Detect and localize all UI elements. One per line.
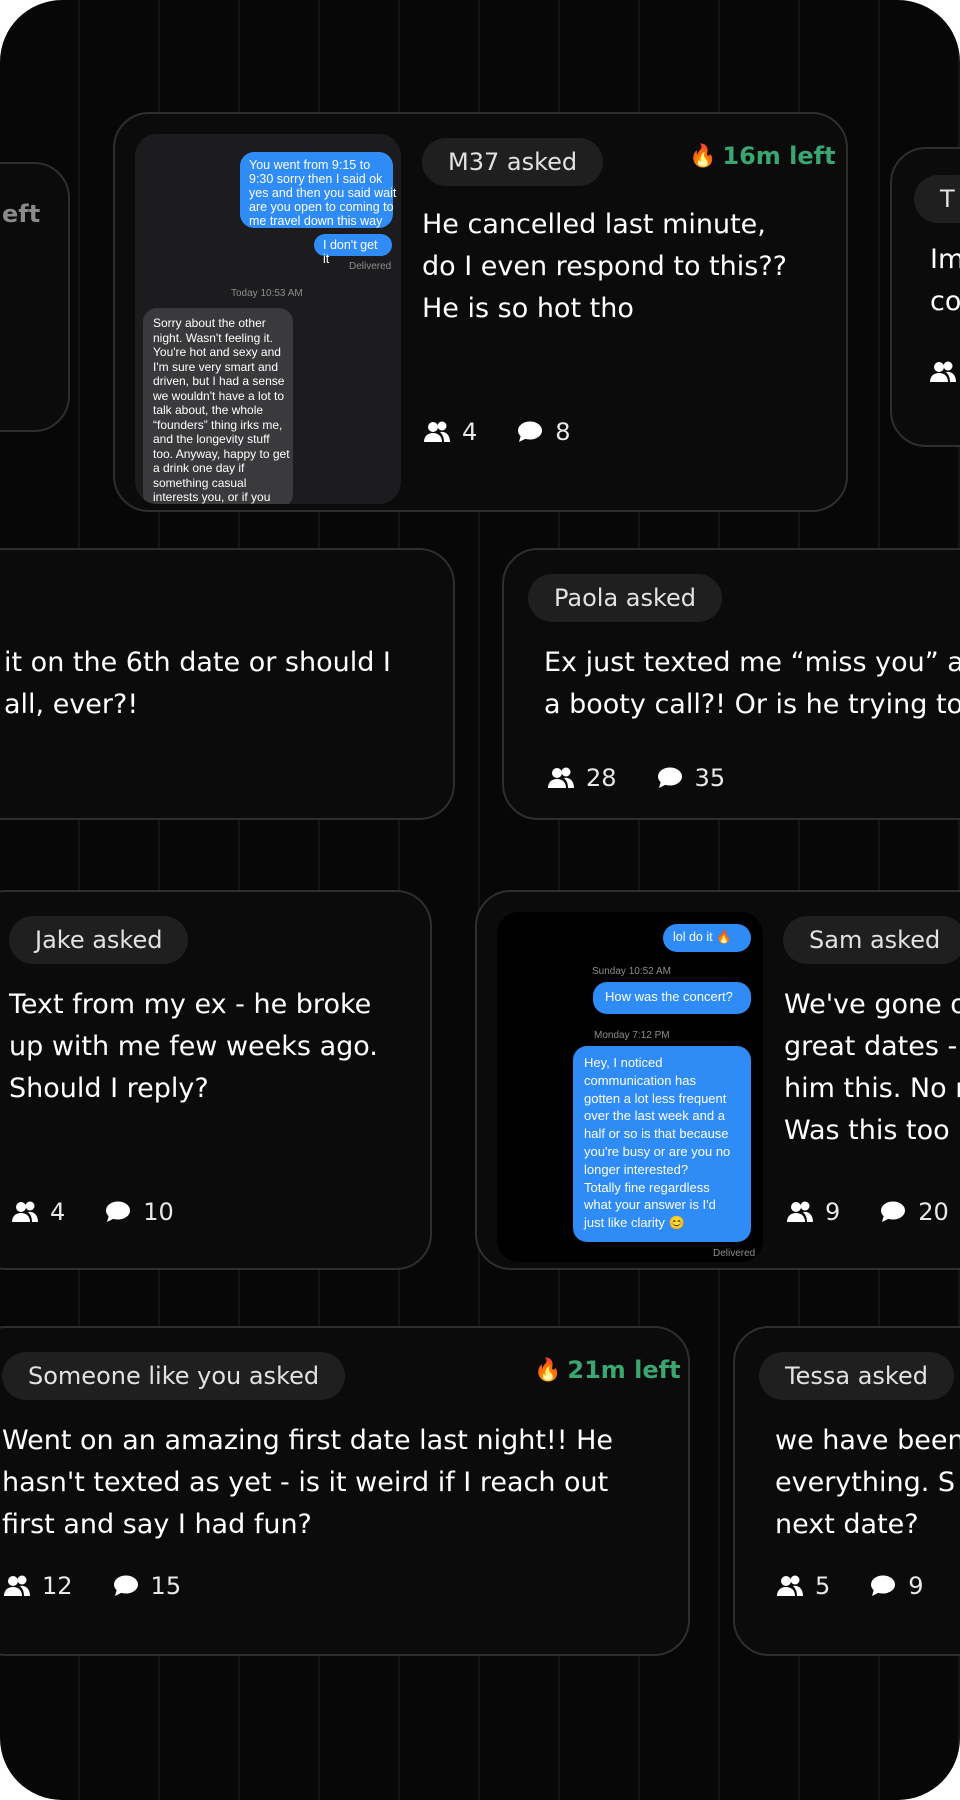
message-timestamp: Today 10:53 AM	[231, 288, 303, 299]
asker-chip[interactable]: Sam asked	[783, 916, 960, 964]
time-left-badge: 🔥 16m left	[689, 142, 836, 170]
card-stats-partial	[930, 361, 956, 383]
message-timestamp: Sunday 10:52 AM	[592, 966, 671, 977]
question-card-left-row2[interactable]: it on the 6th date or should I all, ever…	[0, 548, 455, 820]
asker-chip[interactable]: Jake asked	[9, 916, 189, 964]
asker-chip-partial[interactable]: T	[914, 175, 960, 223]
comments-count: 20	[880, 1198, 949, 1226]
chat-bubble-icon	[657, 767, 682, 788]
card-stats: 12 15	[4, 1572, 221, 1600]
time-left-badge: 🔥 21m left	[534, 1356, 681, 1384]
asker-chip[interactable]: Tessa asked	[759, 1352, 954, 1400]
question-card-right-partial[interactable]: T Im co	[890, 147, 960, 447]
delivered-status: Delivered	[713, 1248, 756, 1259]
participants-count: 5	[777, 1572, 830, 1600]
chat-bubble-icon	[113, 1575, 138, 1596]
sent-reply-bubble: I don't get it	[314, 234, 392, 266]
card-stats: 9 20	[787, 1198, 960, 1226]
delivered-status: Delivered	[349, 261, 392, 272]
fire-icon: 🔥	[689, 143, 717, 169]
question-card-jake[interactable]: Jake asked Text from my ex - he broke up…	[0, 890, 432, 1270]
participants-count: 12	[4, 1572, 73, 1600]
sent-message-bubble: You went from 9:15 to 9:30 sorry then I …	[240, 152, 396, 228]
question-card-paola[interactable]: Paola asked Ex just texted me “miss you”…	[502, 548, 960, 820]
fire-icon: 🔥	[534, 1357, 562, 1383]
comments-count: 10	[105, 1198, 174, 1226]
message-timestamp: Monday 7:12 PM	[594, 1030, 670, 1041]
question-text: it on the 6th date or should I all, ever…	[4, 647, 391, 720]
comments-count: 15	[113, 1572, 181, 1600]
asker-chip[interactable]: M37 asked	[422, 138, 604, 186]
question-card-someone-like-you[interactable]: Someone like you asked 🔥 21m left Went on…	[0, 1326, 690, 1656]
sent-reply-bubble: lol do it 🔥	[663, 924, 751, 952]
people-icon	[930, 361, 956, 382]
question-text: He cancelled last minute, do I even resp…	[422, 209, 787, 324]
question-text: Went on an amazing first date last night…	[2, 1425, 614, 1540]
people-icon	[4, 1575, 30, 1596]
received-message-bubble: Sorry about the other night. Wasn't feel…	[143, 308, 293, 504]
people-icon	[12, 1201, 38, 1222]
chat-bubble-icon	[106, 1201, 131, 1222]
people-icon	[787, 1201, 813, 1222]
screenshot-thumbnail[interactable]: lol do it 🔥 Sunday 10:52 AM How was the …	[497, 912, 763, 1262]
question-card-left-partial[interactable]: eft	[0, 162, 70, 432]
card-stats: 4 10	[12, 1198, 214, 1226]
sent-message-bubble: How was the concert?	[593, 982, 751, 1014]
question-card-tessa[interactable]: Tessa asked we have been everything. S n…	[733, 1326, 960, 1656]
chat-bubble-icon	[881, 1201, 906, 1222]
participants-count: 4	[12, 1198, 65, 1226]
comments-count: 9	[870, 1572, 924, 1600]
app-screen: eft You went from 9:15 to 9:30 sorry the…	[0, 0, 960, 1800]
people-icon	[777, 1575, 803, 1596]
chat-bubble-icon	[871, 1575, 896, 1596]
screenshot-thumbnail[interactable]: You went from 9:15 to 9:30 sorry then I …	[135, 134, 401, 504]
question-text: We've gone o great dates - him this. No …	[784, 989, 960, 1146]
question-text: we have been everything. S next date?	[775, 1425, 960, 1540]
question-card-sam[interactable]: lol do it 🔥 Sunday 10:52 AM How was the …	[475, 890, 960, 1270]
chat-bubble-icon	[518, 421, 543, 442]
sent-long-message-bubble: Hey, I noticed communication has gotten …	[573, 1046, 751, 1242]
question-text: Text from my ex - he broke up with me fe…	[9, 989, 378, 1104]
people-icon	[424, 421, 450, 442]
participants-count: 28	[548, 764, 617, 792]
card-stats: 5 9	[777, 1572, 960, 1600]
question-card-m37[interactable]: You went from 9:15 to 9:30 sorry then I …	[113, 112, 848, 512]
timer-label-partial: eft	[2, 200, 41, 228]
participants-count: 4	[424, 418, 477, 446]
people-icon	[548, 767, 574, 788]
question-text: Ex just texted me “miss you” a a booty c…	[544, 647, 960, 720]
card-stats: 4 8	[424, 418, 611, 446]
comments-count: 8	[517, 418, 571, 446]
participants-count: 9	[787, 1198, 840, 1226]
comments-count: 35	[657, 764, 725, 792]
asker-chip[interactable]: Someone like you asked	[2, 1352, 346, 1400]
card-stats: 28 35	[548, 764, 765, 792]
asker-chip[interactable]: Paola asked	[528, 574, 723, 622]
question-text-partial: Im co	[930, 244, 960, 317]
